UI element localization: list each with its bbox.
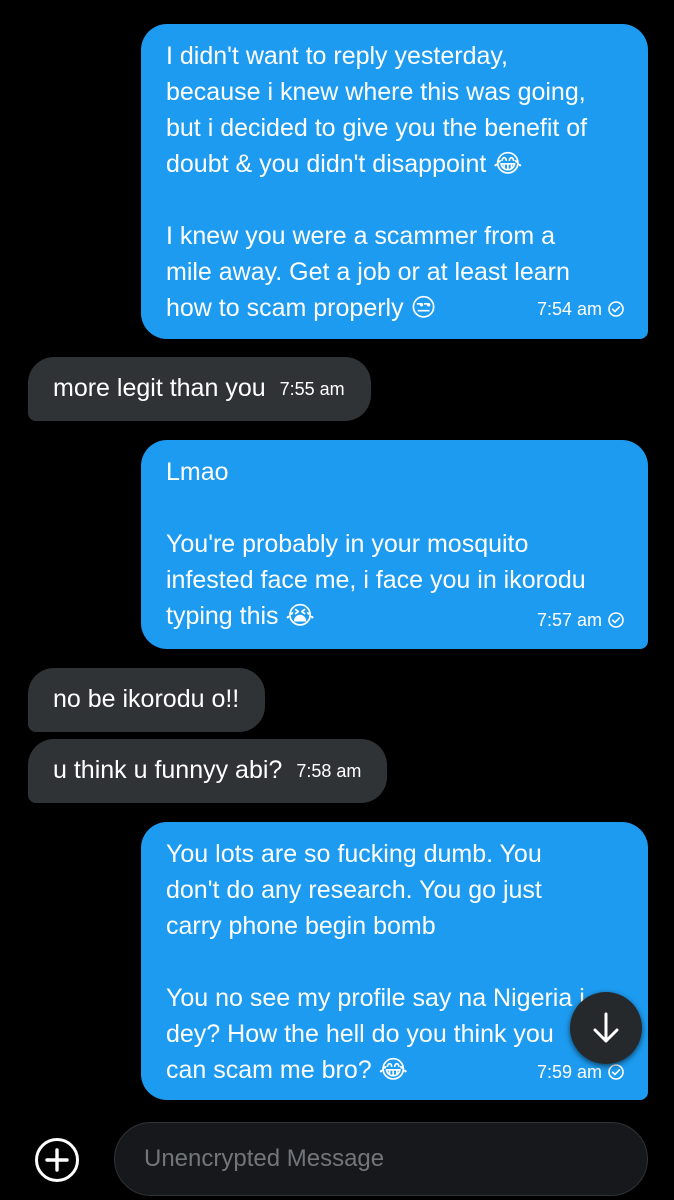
timestamp-text: 7:57 am — [536, 610, 602, 630]
message-bubble-outgoing[interactable]: You lots are so fucking dumb. You don't … — [141, 822, 648, 1100]
message-bubble-incoming[interactable]: more legit than you 7:55 am — [28, 357, 371, 421]
message-line: carry phone begin bomb — [166, 912, 436, 940]
scroll-to-bottom-button[interactable] — [570, 992, 642, 1064]
message-input[interactable] — [142, 1144, 647, 1174]
message-bubble-incoming[interactable]: no be ikorodu o!! — [28, 668, 266, 732]
message-line — [166, 944, 622, 980]
message-line: u think u funnyy abi? — [53, 756, 283, 784]
message-line: infested face me, i face you in ikorodu — [166, 566, 586, 594]
message-line: but i decided to give you the benefit of — [166, 114, 588, 142]
message-composer[interactable] — [114, 1122, 648, 1196]
message-line: You lots are so fucking dumb. You — [166, 840, 542, 868]
message-line: don't do any research. You go just — [166, 876, 542, 904]
message-line: more legit than you — [53, 374, 266, 402]
message-line — [166, 182, 622, 218]
message-line: You're probably in your mosquito — [166, 530, 529, 558]
message-bubble-outgoing[interactable]: I didn't want to reply yesterday, becaus… — [141, 24, 648, 339]
timestamp-text: 7:54 am — [536, 299, 602, 319]
message-timestamp: 7:54 am — [537, 299, 624, 319]
check-circle-icon — [608, 1064, 624, 1080]
message-line: dey? How the hell do you think you — [166, 1020, 554, 1048]
message-line: I knew you were a scammer from a — [166, 222, 556, 250]
message-bubble-outgoing[interactable]: Lmao You're probably in your mosquito in… — [141, 440, 648, 649]
message-timestamp: 7:59 am — [537, 1062, 624, 1082]
message-line: Lmao — [166, 458, 229, 486]
message-line — [166, 490, 622, 526]
message-timestamp: 7:55 am — [279, 379, 345, 399]
message-line: no be ikorodu o!! — [53, 685, 240, 713]
check-circle-icon — [608, 301, 624, 317]
message-line: I didn't want to reply yesterday, — [166, 42, 508, 70]
message-timestamp: 7:57 am — [537, 610, 624, 630]
message-timestamp: 7:58 am — [296, 761, 362, 781]
message-line: You no see my profile say na Nigeria i — [166, 984, 585, 1012]
message-line: because i knew where this was going, — [166, 78, 586, 106]
message-bubble-incoming[interactable]: u think u funnyy abi? 7:58 am — [28, 739, 388, 803]
plus-circle-icon[interactable] — [34, 1137, 80, 1183]
check-circle-icon — [608, 612, 624, 628]
timestamp-text: 7:59 am — [536, 1062, 602, 1082]
arrow-down-icon — [593, 1012, 619, 1043]
message-line: mile away. Get a job or at least learn — [166, 258, 570, 286]
message-line: doubt & you didn't disappoint 😂 — [166, 150, 523, 178]
